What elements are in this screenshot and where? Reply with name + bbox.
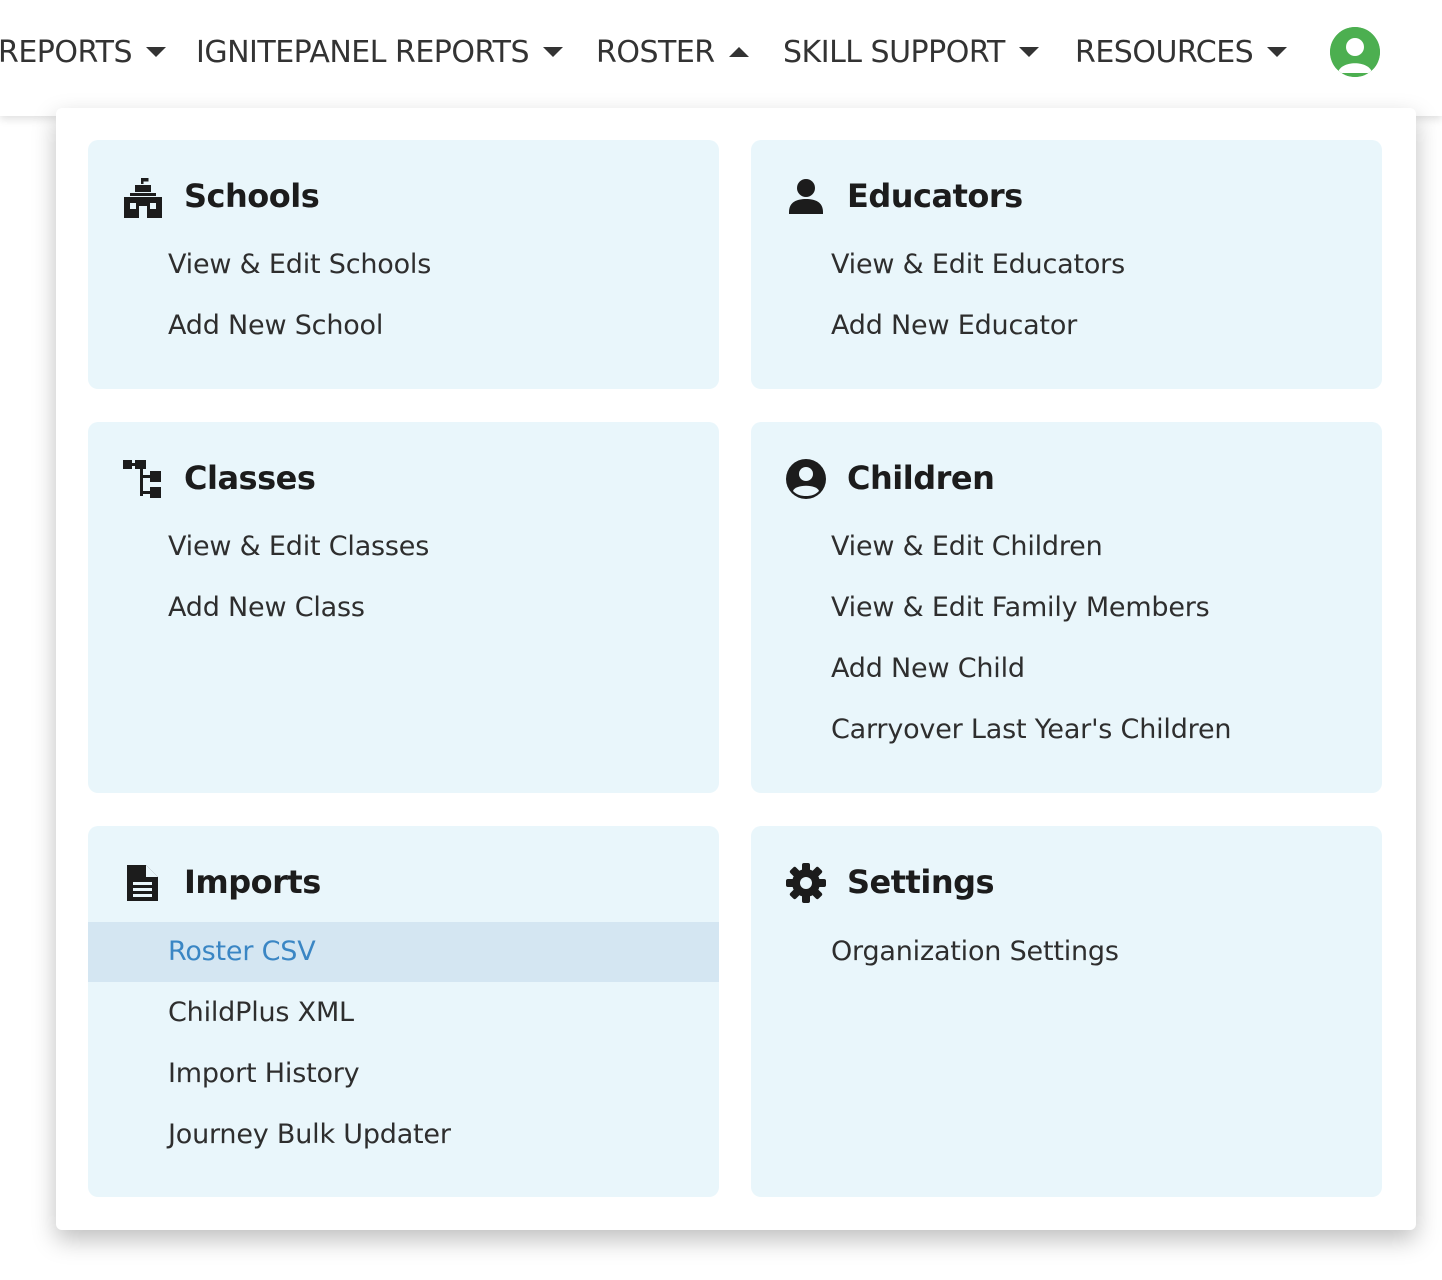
nav-ignitepanel-reports-label: IGNITEPANEL REPORTS — [196, 34, 530, 70]
imports-section: Imports Roster CSV ChildPlus XML Import … — [88, 826, 719, 1197]
add-new-child-link[interactable]: Add New Child — [751, 639, 1382, 699]
user-circle-icon — [785, 458, 827, 500]
add-new-class-link[interactable]: Add New Class — [88, 578, 719, 638]
settings-header: Settings — [751, 858, 1382, 906]
view-edit-schools-link[interactable]: View & Edit Schools — [88, 235, 719, 295]
journey-bulk-updater-link[interactable]: Journey Bulk Updater — [88, 1105, 719, 1165]
chevron-down-icon — [1267, 47, 1288, 57]
nav-ignitepanel-reports[interactable]: IGNITEPANEL REPORTS — [196, 30, 564, 74]
view-edit-children-link[interactable]: View & Edit Children — [751, 517, 1382, 577]
school-building-icon — [122, 176, 164, 218]
file-document-icon — [122, 862, 164, 904]
educators-section: Educators View & Edit Educators Add New … — [751, 140, 1382, 389]
children-section: Children View & Edit Children View & Edi… — [751, 422, 1382, 793]
nav-resources[interactable]: RESOURCES — [1075, 30, 1288, 74]
nav-resources-label: RESOURCES — [1075, 34, 1254, 70]
gear-icon — [785, 862, 827, 904]
nav-reports[interactable]: REPORTS — [0, 30, 167, 74]
nav-skill-support[interactable]: SKILL SUPPORT — [783, 30, 1039, 74]
roster-dropdown-menu: Schools View & Edit Schools Add New Scho… — [56, 108, 1416, 1230]
chevron-down-icon — [146, 47, 167, 57]
educators-title: Educators — [847, 177, 1023, 215]
roster-csv-link[interactable]: Roster CSV — [88, 922, 719, 982]
nav-reports-label: REPORTS — [0, 34, 133, 70]
imports-title: Imports — [184, 863, 321, 901]
settings-section: Settings Organization Settings — [751, 826, 1382, 1197]
schools-title: Schools — [184, 177, 320, 215]
childplus-xml-link[interactable]: ChildPlus XML — [88, 983, 719, 1043]
settings-title: Settings — [847, 863, 995, 901]
classes-header: Classes — [88, 454, 719, 502]
nav-roster[interactable]: ROSTER — [596, 30, 749, 74]
chevron-down-icon — [543, 47, 564, 57]
add-new-educator-link[interactable]: Add New Educator — [751, 296, 1382, 356]
classes-section: Classes View & Edit Classes Add New Clas… — [88, 422, 719, 793]
chevron-up-icon — [728, 47, 749, 57]
imports-header: Imports — [88, 858, 719, 906]
educators-header: Educators — [751, 172, 1382, 220]
person-icon — [785, 176, 827, 218]
view-edit-classes-link[interactable]: View & Edit Classes — [88, 517, 719, 577]
carryover-last-years-children-link[interactable]: Carryover Last Year's Children — [751, 700, 1382, 760]
nav-skill-support-label: SKILL SUPPORT — [783, 34, 1005, 70]
view-edit-educators-link[interactable]: View & Edit Educators — [751, 235, 1382, 295]
nav-roster-label: ROSTER — [596, 34, 715, 70]
schools-section: Schools View & Edit Schools Add New Scho… — [88, 140, 719, 389]
user-avatar-icon[interactable] — [1330, 27, 1380, 77]
add-new-school-link[interactable]: Add New School — [88, 296, 719, 356]
schools-header: Schools — [88, 172, 719, 220]
import-history-link[interactable]: Import History — [88, 1044, 719, 1104]
view-edit-family-members-link[interactable]: View & Edit Family Members — [751, 578, 1382, 638]
top-navigation-bar: REPORTS IGNITEPANEL REPORTS ROSTER SKILL… — [0, 0, 1442, 116]
classes-title: Classes — [184, 459, 316, 497]
hierarchy-icon — [122, 458, 164, 500]
children-header: Children — [751, 454, 1382, 502]
organization-settings-link[interactable]: Organization Settings — [751, 922, 1382, 982]
children-title: Children — [847, 459, 995, 497]
chevron-down-icon — [1018, 47, 1039, 57]
